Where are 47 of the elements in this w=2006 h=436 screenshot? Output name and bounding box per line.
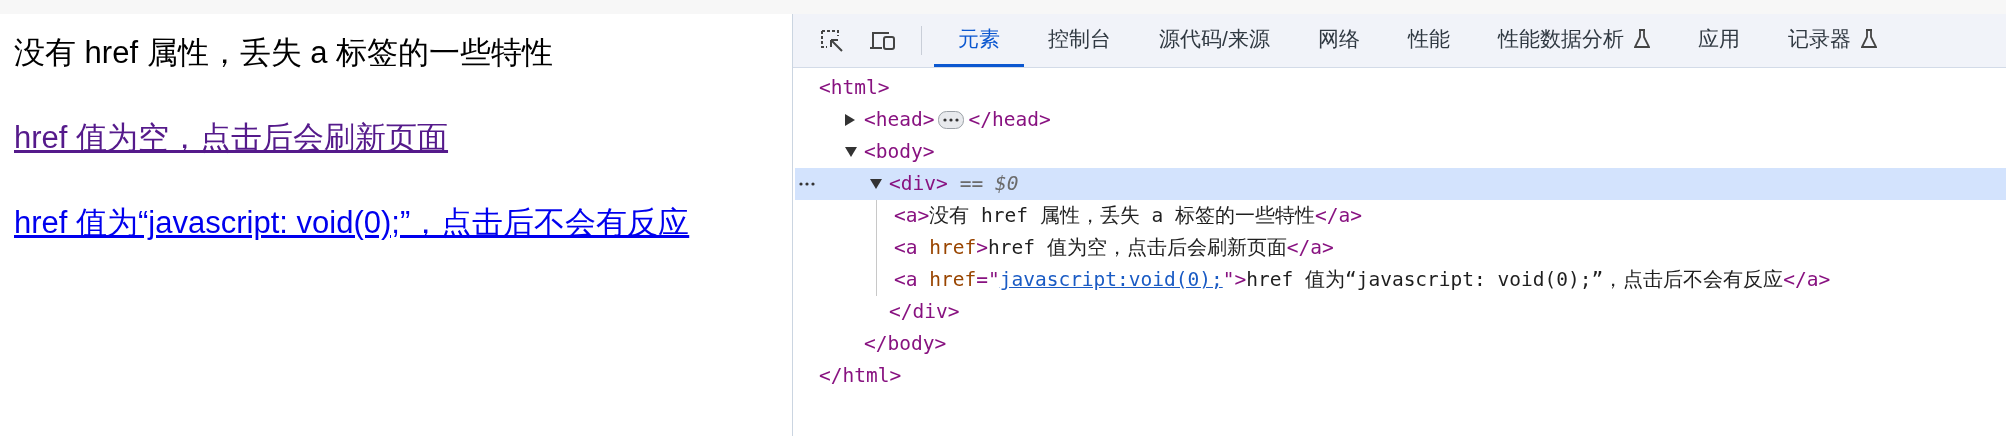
attribute-name: href xyxy=(929,267,977,294)
tree-row[interactable]: <a>没有 href 属性，丢失 a 标签的一些特性</a> xyxy=(877,200,2006,232)
node-text: href 值为空，点击后会刷新页面 xyxy=(987,235,1287,262)
node-text: href 值为“javascript: void(0);”，点击后不会有反应 xyxy=(1246,267,1784,294)
collapsed-arrow-icon[interactable] xyxy=(844,113,856,127)
tag-token: <a xyxy=(894,267,919,294)
ellipsis-icon[interactable] xyxy=(938,111,965,129)
node-marker: == $0 xyxy=(959,171,1019,198)
link[interactable]: href 值为“javascript: void(0);”，点击后不会有反应 xyxy=(14,204,690,242)
tag-token: </a> xyxy=(1286,235,1334,262)
tag-token: <a xyxy=(894,235,919,262)
expanded-arrow-icon[interactable] xyxy=(844,146,858,158)
tag-token: <html> xyxy=(819,75,890,102)
tree-row[interactable]: <head> </head> xyxy=(794,104,2006,136)
tree-row[interactable]: <body> xyxy=(794,136,2006,168)
tab[interactable]: 元素 xyxy=(934,14,1024,67)
tab[interactable]: 网络 xyxy=(1293,14,1384,67)
tag-token: </a> xyxy=(1314,203,1362,230)
tree-row[interactable]: <a href>href 值为空，点击后会刷新页面</a> xyxy=(877,232,2006,264)
tab[interactable]: 记录器 xyxy=(1763,14,1901,67)
link[interactable]: href 值为空，点击后会刷新页面 xyxy=(14,119,449,157)
tag-token: </a> xyxy=(1783,267,1831,294)
tree-row[interactable]: <div> == $0 xyxy=(795,168,2006,200)
tag-token: <head> xyxy=(864,107,935,134)
node-text: 没有 href 属性，丢失 a 标签的一些特性 xyxy=(929,203,1315,230)
tag-token: </body> xyxy=(864,331,947,358)
tree-row[interactable]: <a href="javascript:void(0);">href 值为“javascript: void(0);”，点击后不会有反应</a> xyxy=(877,264,2006,296)
tab[interactable]: 应用 xyxy=(1673,14,1764,67)
attribute-link[interactable]: javascript:void(0); xyxy=(999,265,1223,295)
tab[interactable]: 源代码/来源 xyxy=(1135,14,1294,67)
tag-token: "> xyxy=(1222,267,1247,294)
page-text: 没有 href 属性，丢失 a 标签的一些特性 xyxy=(14,34,555,72)
tab[interactable]: 性能 xyxy=(1383,14,1474,67)
tag-token: </div> xyxy=(889,299,960,326)
expanded-arrow-icon[interactable] xyxy=(869,178,883,190)
tag-token: </head> xyxy=(968,107,1051,134)
attribute-name: href xyxy=(929,235,977,262)
tag-token: > xyxy=(976,235,988,262)
tag-token: <div> xyxy=(889,171,948,198)
inspect-icon[interactable] xyxy=(819,27,845,54)
tree-row[interactable]: <html> xyxy=(793,72,2006,104)
tag-token: </html> xyxy=(819,363,902,390)
tab[interactable]: 控制台 xyxy=(1024,14,1135,67)
tag-token: =" xyxy=(976,267,1000,294)
tab[interactable]: 性能数据分析 xyxy=(1473,14,1674,67)
tag-token: <a> xyxy=(894,203,930,230)
tag-token: <body> xyxy=(864,139,935,166)
